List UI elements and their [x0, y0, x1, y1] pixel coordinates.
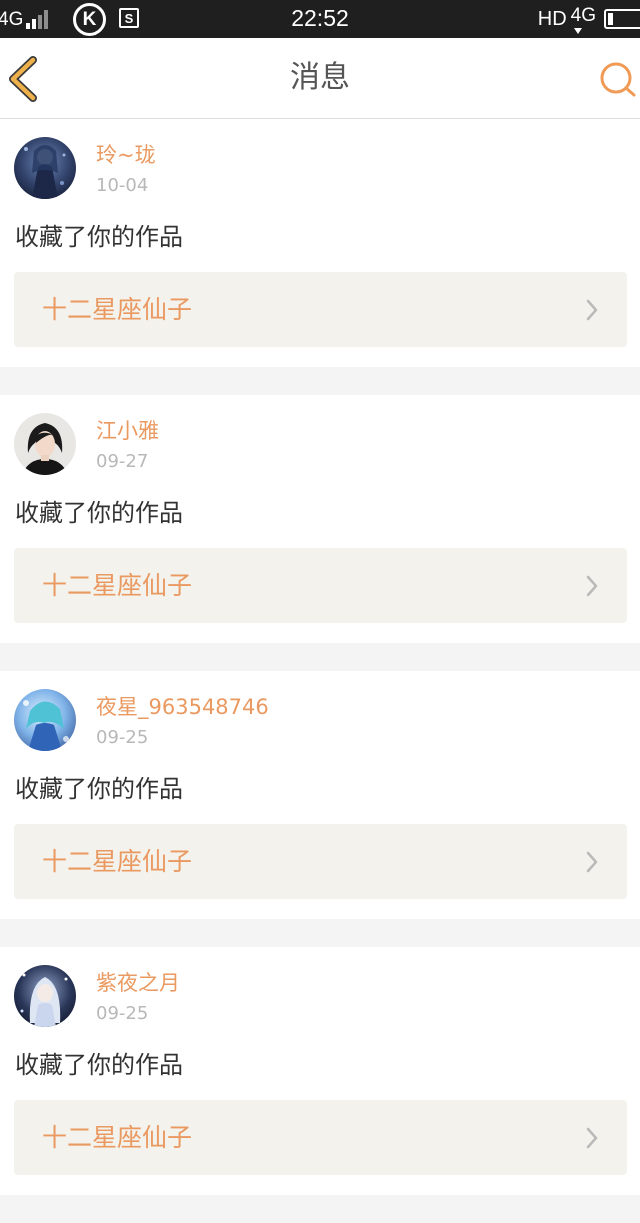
hd-label: HD [537, 8, 567, 30]
message-card: 夜星_963548746 09-25 收藏了你的作品 十二星座仙子 [0, 671, 640, 919]
work-link[interactable]: 十二星座仙子 [14, 1100, 627, 1175]
message-text: 收藏了你的作品 [15, 499, 183, 527]
message-card: 江小雅 09-27 收藏了你的作品 十二星座仙子 [0, 395, 640, 643]
search-icon [600, 62, 636, 97]
message-list: 玲~珑 10-04 收藏了你的作品 十二星座仙子 江小雅 09-27 收藏了你的… [0, 119, 640, 1223]
message-text: 收藏了你的作品 [15, 223, 183, 251]
search-button[interactable] [580, 38, 640, 118]
page-title: 消息 [290, 60, 350, 95]
user-name[interactable]: 紫夜之月 [96, 970, 180, 996]
avatar[interactable] [14, 965, 76, 1027]
message-date: 09-25 [96, 727, 149, 748]
chevron-right-icon [586, 299, 598, 321]
avatar[interactable] [14, 689, 76, 751]
user-name[interactable]: 夜星_963548746 [96, 694, 269, 720]
message-date: 10-04 [96, 175, 149, 196]
battery-icon [604, 9, 640, 29]
message-card: 玲~珑 10-04 收藏了你的作品 十二星座仙子 [0, 119, 640, 367]
chevron-right-icon [586, 851, 598, 873]
message-text: 收藏了你的作品 [15, 775, 183, 803]
work-link[interactable]: 十二星座仙子 [14, 272, 627, 347]
work-title: 十二星座仙子 [42, 847, 193, 876]
message-date: 09-25 [96, 1003, 149, 1024]
chevron-right-icon [586, 1127, 598, 1149]
status-bar: 4G K S 22:52 HD 4G [0, 0, 640, 38]
work-title: 十二星座仙子 [42, 295, 193, 324]
message-card: 紫夜之月 09-25 收藏了你的作品 十二星座仙子 [0, 947, 640, 1195]
nav-bar: 消息 [0, 38, 640, 119]
user-name[interactable]: 江小雅 [96, 418, 159, 444]
network-type-right-label: 4G [570, 4, 596, 34]
status-right: HD 4G [538, 0, 640, 38]
work-title: 十二星座仙子 [42, 571, 193, 600]
work-link[interactable]: 十二星座仙子 [14, 824, 627, 899]
avatar[interactable] [14, 137, 76, 199]
chevron-right-icon [586, 575, 598, 597]
message-text: 收藏了你的作品 [15, 1051, 183, 1079]
avatar[interactable] [14, 413, 76, 475]
work-title: 十二星座仙子 [42, 1123, 193, 1152]
work-link[interactable]: 十二星座仙子 [14, 548, 627, 623]
message-date: 09-27 [96, 451, 149, 472]
user-name[interactable]: 玲~珑 [96, 142, 156, 168]
